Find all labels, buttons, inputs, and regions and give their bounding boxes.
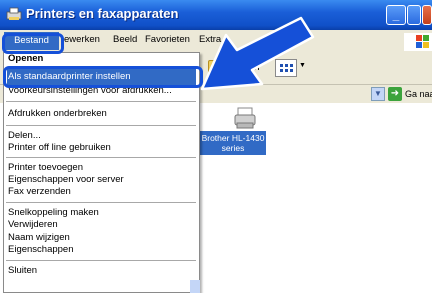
menu-bewerken[interactable]: ewerken bbox=[64, 34, 100, 45]
menu-item-use-offline[interactable]: Printer off line gebruiken bbox=[8, 142, 111, 153]
views-button[interactable] bbox=[275, 59, 297, 77]
go-arrow-icon[interactable]: ➜ bbox=[388, 87, 402, 101]
highlight-box-set-default bbox=[3, 66, 203, 88]
windows-logo-icon bbox=[404, 33, 432, 51]
menu-item-server-properties[interactable]: Eigenschappen voor server bbox=[8, 174, 124, 185]
menu-item-create-shortcut[interactable]: Snelkoppeling maken bbox=[8, 207, 99, 218]
explorer-window: Printers en faxapparaten _ Bestand ewerk… bbox=[0, 0, 432, 293]
menu-separator bbox=[6, 202, 196, 203]
address-dropdown-chevron-icon[interactable]: ▼ bbox=[371, 87, 385, 101]
menu-favorieten[interactable]: Favorieten bbox=[145, 34, 190, 45]
menu-item-pause-printing[interactable]: Afdrukken onderbreken bbox=[8, 108, 107, 119]
menu-item-delete[interactable]: Verwijderen bbox=[8, 219, 58, 230]
menu-extra[interactable]: Extra bbox=[199, 34, 221, 45]
menu-item-add-printer[interactable]: Printer toevoegen bbox=[8, 162, 83, 173]
scrollbar[interactable] bbox=[190, 280, 200, 293]
printer-item-label[interactable]: Brother HL-1430 series bbox=[200, 131, 266, 155]
file-menu-dropdown: Openen Als standaardprinter instellen Vo… bbox=[3, 52, 200, 293]
menu-item-properties[interactable]: Eigenschappen bbox=[8, 244, 74, 255]
maximize-button[interactable] bbox=[407, 5, 421, 25]
minimize-button[interactable]: _ bbox=[386, 5, 406, 25]
menu-item-close[interactable]: Sluiten bbox=[8, 265, 37, 276]
printer-folder-icon bbox=[6, 7, 22, 20]
title-bar: Printers en faxapparaten _ bbox=[0, 0, 432, 30]
folder-icon[interactable] bbox=[208, 60, 232, 76]
menu-item-send-fax[interactable]: Fax verzenden bbox=[8, 186, 71, 197]
highlight-box-bestand bbox=[2, 33, 64, 54]
printer-icon[interactable] bbox=[233, 106, 257, 130]
menu-item-share[interactable]: Delen... bbox=[8, 130, 41, 141]
menu-separator bbox=[6, 260, 196, 261]
menu-bar: Bestand ewerken Beeld Favorieten Extra bbox=[0, 30, 432, 53]
chevron-down-icon[interactable]: ▼ bbox=[299, 62, 306, 69]
menu-item-openen[interactable]: Openen bbox=[8, 53, 43, 64]
menu-separator bbox=[6, 101, 196, 102]
window-title: Printers en faxapparaten bbox=[26, 6, 179, 21]
menu-separator bbox=[6, 157, 196, 158]
menu-beeld[interactable]: Beeld bbox=[113, 34, 137, 45]
toolbar-partial-label: n bbox=[254, 62, 260, 73]
menu-item-rename[interactable]: Naam wijzigen bbox=[8, 232, 70, 243]
go-button-label[interactable]: Ga naar bbox=[405, 89, 432, 99]
close-button[interactable] bbox=[422, 5, 432, 25]
menu-separator bbox=[6, 125, 196, 126]
